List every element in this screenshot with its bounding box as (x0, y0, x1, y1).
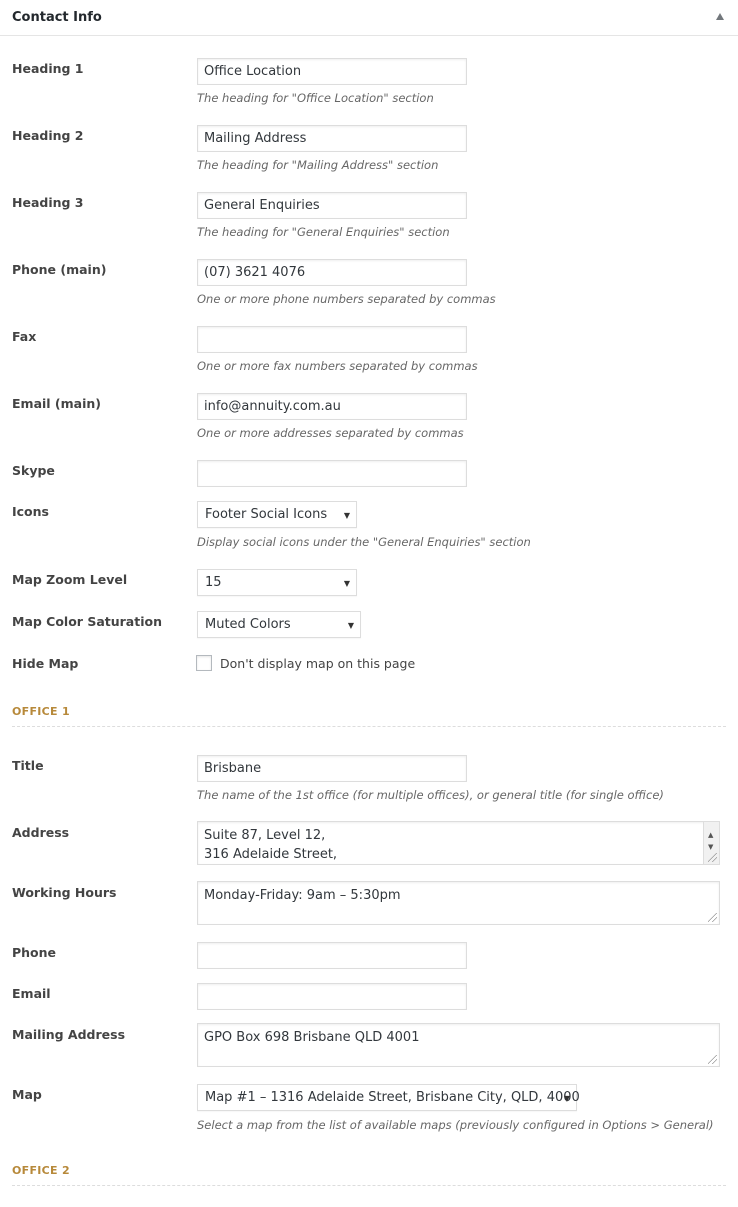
office1-email-input[interactable] (197, 983, 467, 1010)
office1-address-textarea[interactable]: Suite 87, Level 12, 316 Adelaide Street,… (197, 821, 720, 865)
office1-phone-label: Phone (12, 945, 57, 960)
hide-map-label: Hide Map (12, 656, 79, 671)
panel-header[interactable]: Contact Info (0, 0, 738, 36)
office1-hours-label: Working Hours (12, 885, 117, 900)
email-main-description: One or more addresses separated by comma… (197, 426, 464, 440)
email-main-input[interactable]: info@annuity.com.au (197, 393, 467, 420)
icons-description: Display social icons under the "General … (197, 535, 531, 549)
map-saturation-select-value: Muted Colors (205, 617, 291, 632)
email-main-label: Email (main) (12, 396, 101, 411)
office1-section-heading: OFFICE 1 (12, 705, 726, 727)
icons-label: Icons (12, 504, 49, 519)
map-zoom-label: Map Zoom Level (12, 572, 128, 587)
heading2-label: Heading 2 (12, 128, 84, 143)
office1-mailing-label: Mailing Address (12, 1027, 126, 1042)
dropdown-arrow-icon: ▼ (343, 511, 350, 520)
phone-main-label: Phone (main) (12, 262, 107, 277)
heading3-label: Heading 3 (12, 195, 84, 210)
skype-label: Skype (12, 463, 55, 478)
resize-handle-icon[interactable] (708, 853, 717, 862)
icons-select[interactable]: Footer Social Icons ▼ (197, 501, 357, 528)
map-saturation-label: Map Color Saturation (12, 614, 162, 629)
office1-mailing-textarea[interactable]: GPO Box 698 Brisbane QLD 4001 (197, 1023, 720, 1067)
office1-map-label: Map (12, 1087, 42, 1102)
office1-email-label: Email (12, 986, 51, 1001)
map-zoom-select-value: 15 (205, 575, 222, 590)
dropdown-arrow-icon: ▼ (343, 579, 350, 588)
office1-phone-input[interactable] (197, 942, 467, 969)
heading1-label: Heading 1 (12, 61, 84, 76)
office1-map-select[interactable]: Map #1 – 1316 Adelaide Street, Brisbane … (197, 1084, 580, 1111)
office1-title-label: Title (12, 758, 44, 773)
heading1-description: The heading for "Office Location" sectio… (197, 91, 434, 105)
heading3-input[interactable]: General Enquiries (197, 192, 467, 219)
dropdown-arrow-icon: ▼ (563, 1094, 570, 1103)
fax-input[interactable] (197, 326, 467, 353)
office1-hours-textarea[interactable]: Monday-Friday: 9am – 5:30pm (197, 881, 720, 925)
icons-select-value: Footer Social Icons (205, 507, 328, 522)
heading2-input[interactable]: Mailing Address (197, 125, 467, 152)
hide-map-checkbox-label[interactable]: Don't display map on this page (220, 656, 415, 671)
resize-handle-icon[interactable] (708, 1055, 717, 1064)
phone-main-description: One or more phone numbers separated by c… (197, 292, 496, 306)
resize-handle-icon[interactable] (708, 913, 717, 922)
office1-map-description: Select a map from the list of available … (197, 1118, 714, 1132)
mailing-text: GPO Box 698 Brisbane QLD 4001 (204, 1030, 420, 1045)
skype-input[interactable] (197, 460, 467, 487)
phone-main-input[interactable]: (07) 3621 4076 (197, 259, 467, 286)
office1-map-select-value: Map #1 – 1316 Adelaide Street, Brisbane … (205, 1090, 580, 1105)
fax-label: Fax (12, 329, 37, 344)
address-line-1: Suite 87, Level 12, (204, 828, 326, 843)
office2-section-heading: OFFICE 2 (12, 1164, 726, 1186)
heading2-description: The heading for "Mailing Address" sectio… (197, 158, 439, 172)
hide-map-checkbox[interactable] (196, 655, 212, 671)
heading3-description: The heading for "General Enquiries" sect… (197, 225, 450, 239)
address-line-2: 316 Adelaide Street, (204, 847, 338, 862)
map-zoom-select[interactable]: 15 ▼ (197, 569, 357, 596)
panel-title: Contact Info (12, 10, 102, 25)
dropdown-arrow-icon: ▼ (347, 621, 354, 630)
fax-description: One or more fax numbers separated by com… (197, 359, 478, 373)
office1-address-label: Address (12, 825, 70, 840)
office1-title-description: The name of the 1st office (for multiple… (197, 788, 664, 802)
heading1-input[interactable]: Office Location (197, 58, 467, 85)
collapse-arrow-icon[interactable] (716, 13, 724, 20)
office1-title-input[interactable]: Brisbane (197, 755, 467, 782)
hours-text: Monday-Friday: 9am – 5:30pm (204, 888, 401, 903)
map-saturation-select[interactable]: Muted Colors ▼ (197, 611, 361, 638)
